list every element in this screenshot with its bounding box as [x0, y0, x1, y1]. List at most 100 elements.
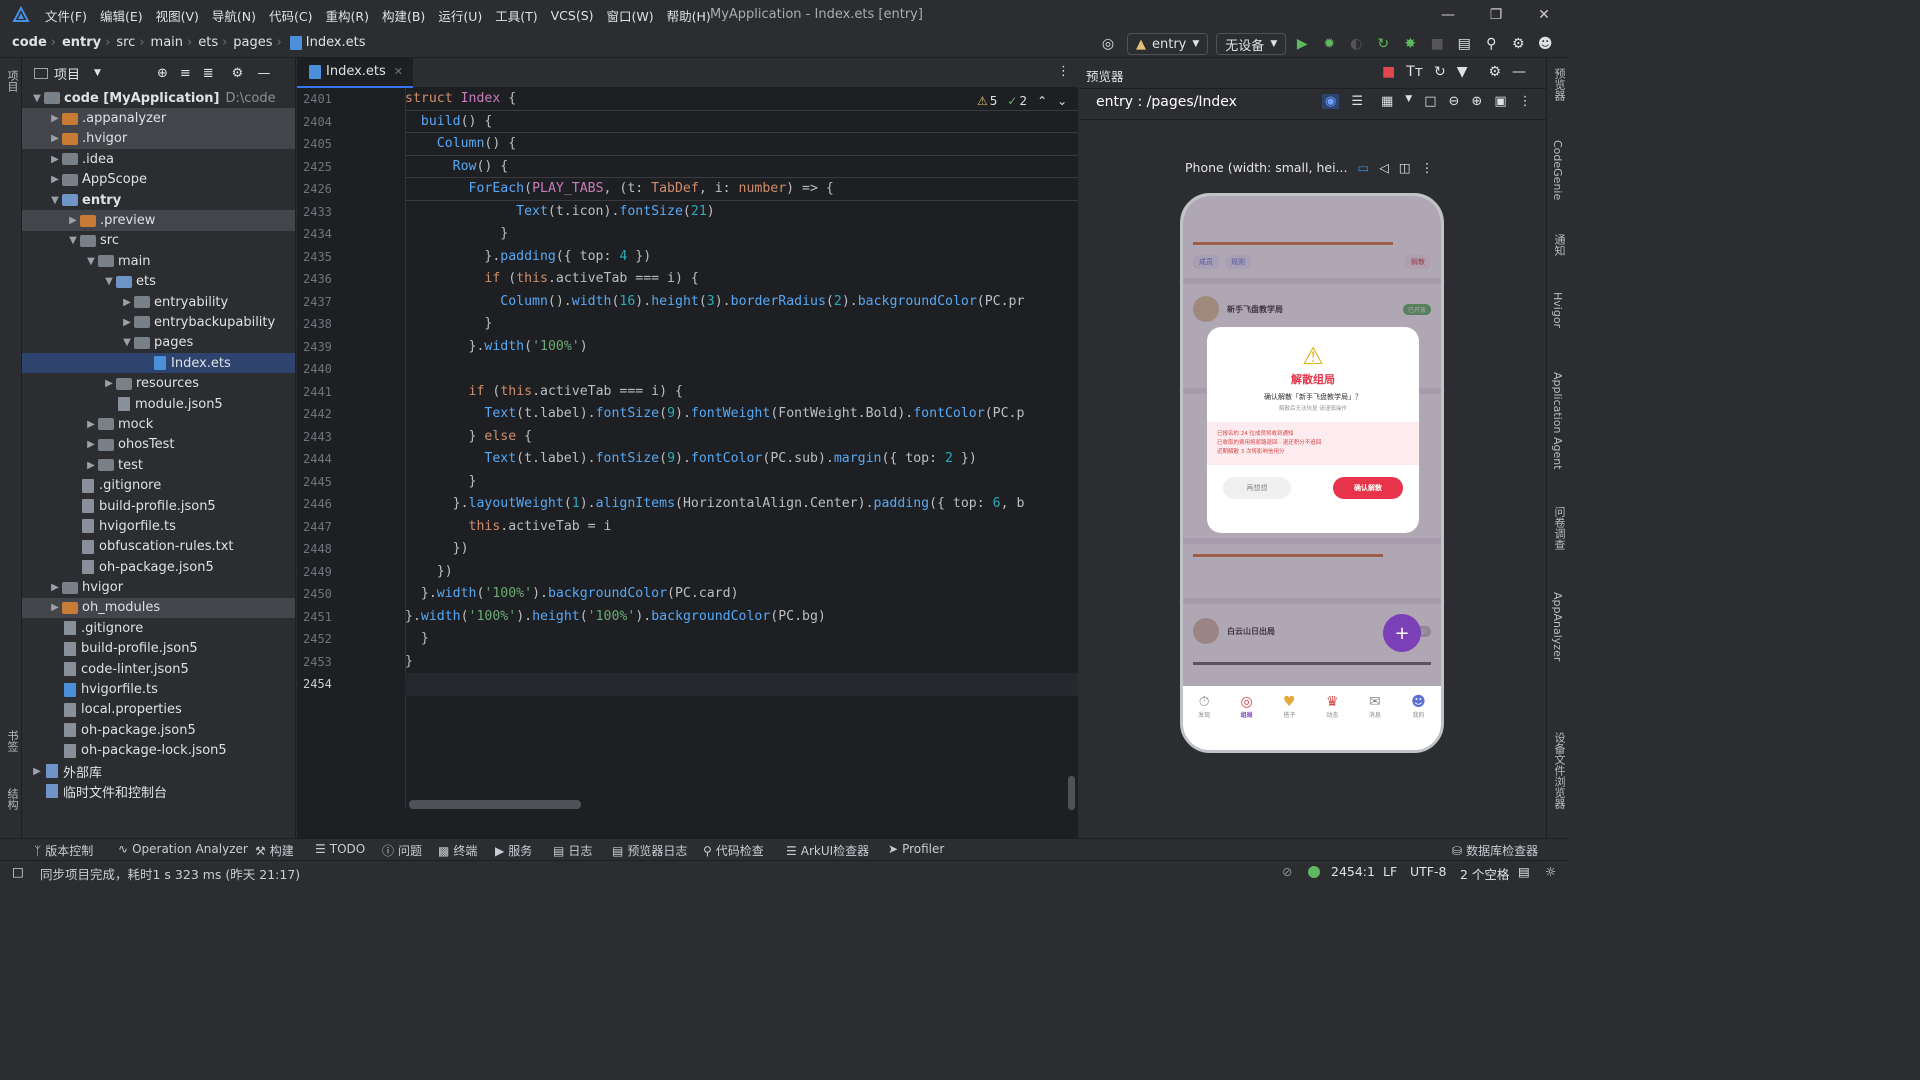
stop-preview-icon[interactable]: ■ [1382, 64, 1395, 80]
account-icon[interactable]: ☻ [1534, 33, 1556, 55]
tool-survey[interactable]: 问卷调查 [1551, 506, 1567, 550]
power-save-icon[interactable]: ⊘ [1282, 864, 1292, 879]
tree-item[interactable]: ▶ AppScope [22, 170, 295, 190]
ruler-icon[interactable]: ⋮ [1519, 94, 1532, 109]
status-message[interactable]: 同步项目完成，耗时1 s 323 ms (昨天 21:17) [40, 864, 300, 883]
tool-log[interactable]: ▤ 日志 [553, 842, 592, 859]
debug-icon[interactable]: ✹ [1318, 33, 1340, 55]
tool-application-agent[interactable]: Application Agent [1551, 372, 1564, 470]
chevron-right-icon[interactable]: ▶ [48, 174, 62, 185]
phone-preview[interactable]: 成员 规则 解散 新手飞盘教学局 已开放 白云山日出局 进行中 [1180, 193, 1444, 753]
menu-build[interactable]: 构建(B) [382, 6, 425, 25]
tree-item[interactable]: ▼ src [22, 231, 295, 251]
minimize-icon[interactable]: — [1424, 0, 1472, 30]
tool-operation-analyzer[interactable]: ∿ Operation Analyzer [118, 842, 248, 856]
tree-item[interactable]: ▼ ets [22, 272, 295, 292]
dialog-cancel-button[interactable]: 再想想 [1223, 477, 1291, 499]
tree-item[interactable]: ▶ .preview [22, 210, 295, 231]
chevron-down-icon[interactable]: ▼ [94, 68, 101, 78]
tree-item[interactable]: oh-package.json5 [22, 720, 295, 740]
tree-item[interactable]: ▶ entryability [22, 292, 295, 312]
tool-codegenie[interactable]: CodeGenie [1551, 140, 1564, 200]
add-fab-button[interactable]: + [1383, 614, 1421, 652]
horizontal-scrollbar[interactable] [409, 800, 581, 809]
tree-item[interactable]: ▼ main [22, 251, 295, 271]
status-ok-icon[interactable] [1308, 866, 1320, 878]
menu-refactor[interactable]: 重构(R) [326, 6, 369, 25]
tree-item[interactable]: build-profile.json5 [22, 639, 295, 659]
menu-code[interactable]: 代码(C) [269, 6, 312, 25]
chevron-right-icon[interactable]: ▶ [84, 439, 98, 450]
tree-item[interactable]: ▶ .idea [22, 149, 295, 169]
tree-item[interactable]: oh-package.json5 [22, 557, 295, 577]
layout-icon[interactable]: □ [12, 864, 24, 879]
nav-feed[interactable]: ♛ 动态 [1326, 694, 1339, 750]
tree-item[interactable]: ▶ .hvigor [22, 128, 295, 150]
preview-mode-icon[interactable]: ◉ [1322, 94, 1340, 109]
gear-icon[interactable]: ⚙ [1488, 64, 1501, 80]
tree-item[interactable]: obfuscation-rules.txt [22, 537, 295, 557]
chevron-right-icon[interactable]: ▶ [102, 378, 116, 389]
tool-build[interactable]: ⚒ 构建 [255, 842, 294, 859]
cursor-position[interactable]: 2454:1 [1331, 864, 1375, 879]
tool-previewer-log[interactable]: ▤ 预览器日志 [612, 842, 687, 859]
layers-icon[interactable]: ☰ [1351, 94, 1363, 109]
chevron-right-icon[interactable]: ▶ [84, 419, 98, 430]
menu-vcs[interactable]: VCS(S) [551, 8, 594, 23]
more-icon[interactable]: ⋮ [1421, 160, 1434, 175]
apply-changes-icon[interactable]: ↻ [1372, 33, 1394, 55]
chevron-down-icon[interactable]: ▼ [1405, 94, 1412, 109]
tree-item[interactable]: .gitignore [22, 475, 295, 495]
tree-item[interactable]: ▶ .appanalyzer [22, 108, 295, 129]
close-tab-icon[interactable]: ✕ [394, 65, 403, 78]
nav-buddy[interactable]: ♥ 搭子 [1283, 694, 1296, 750]
chevron-right-icon[interactable]: ▶ [120, 297, 134, 308]
hide-panel-icon[interactable]: — [257, 66, 270, 81]
tool-profiler[interactable]: ➤ Profiler [888, 842, 944, 856]
device-manager-icon[interactable]: ▤ [1453, 33, 1475, 55]
tool-project[interactable]: 项目 [4, 70, 20, 92]
locate-icon[interactable]: ⊕ [157, 66, 168, 81]
gear-icon[interactable]: ⚙ [232, 66, 244, 81]
chevron-down-icon[interactable]: ▼ [66, 235, 80, 246]
notification-icon[interactable]: ☼ [1545, 864, 1556, 879]
tool-appanalyzer[interactable]: AppAnalyzer [1551, 592, 1564, 661]
tool-vcs[interactable]: ᛉ 版本控制 [34, 842, 93, 859]
chevron-right-icon[interactable]: ▶ [30, 766, 44, 777]
tool-device-file-browser[interactable]: 设备文件浏览器 [1551, 732, 1567, 809]
tool-todo[interactable]: ☰ TODO [315, 842, 365, 856]
chevron-right-icon[interactable]: ▶ [48, 602, 62, 613]
frame-icon[interactable]: □ [1424, 94, 1436, 109]
breadcrumb-src[interactable]: src [116, 35, 135, 50]
font-size-icon[interactable]: Tт [1406, 64, 1423, 80]
run-config-select[interactable]: ▲ entry ▼ [1127, 33, 1209, 55]
tree-item[interactable]: ▶ ohosTest [22, 435, 295, 455]
tool-structure[interactable]: 结构 [4, 788, 20, 810]
tree-item[interactable]: module.json5 [22, 394, 295, 414]
target-icon[interactable]: ◎ [1097, 33, 1119, 55]
nav-messages[interactable]: ✉ 消息 [1369, 694, 1381, 750]
tree-item[interactable]: ▼ entry [22, 190, 295, 210]
inspector-icon[interactable]: ▼ [1457, 64, 1468, 80]
screen-icon[interactable]: ▭ [1357, 160, 1369, 175]
menu-help[interactable]: 帮助(H) [667, 6, 711, 25]
tool-database-inspector[interactable]: ⛁ 数据库检查器 [1452, 842, 1538, 859]
back-icon[interactable]: ◁ [1379, 160, 1389, 175]
more-icon[interactable]: ⋮ [1057, 64, 1070, 79]
line-separator[interactable]: LF [1383, 864, 1397, 879]
tree-item[interactable]: local.properties [22, 700, 295, 720]
chevron-right-icon[interactable]: ▶ [48, 133, 62, 144]
tool-terminal[interactable]: ▩ 终端 [438, 842, 477, 859]
menu-edit[interactable]: 编辑(E) [100, 6, 143, 25]
tree-item[interactable]: ▼ code [MyApplication] D:\code [22, 88, 295, 108]
tree-item[interactable]: ▶ entrybackupability [22, 312, 295, 332]
chevron-down-icon[interactable]: ▼ [30, 93, 44, 104]
tree-item[interactable]: hvigorfile.ts [22, 516, 295, 536]
tool-notifications[interactable]: 通知 [1551, 234, 1567, 256]
nav-discover[interactable]: ⏱ 发现 [1198, 694, 1210, 750]
tree-item[interactable]: oh-package-lock.json5 [22, 741, 295, 761]
chevron-down-icon[interactable]: ▼ [84, 256, 98, 267]
tree-item[interactable]: ▶ hvigor [22, 577, 295, 597]
tool-hvigor[interactable]: Hvigor [1551, 292, 1564, 328]
tree-item[interactable]: .gitignore [22, 618, 295, 638]
